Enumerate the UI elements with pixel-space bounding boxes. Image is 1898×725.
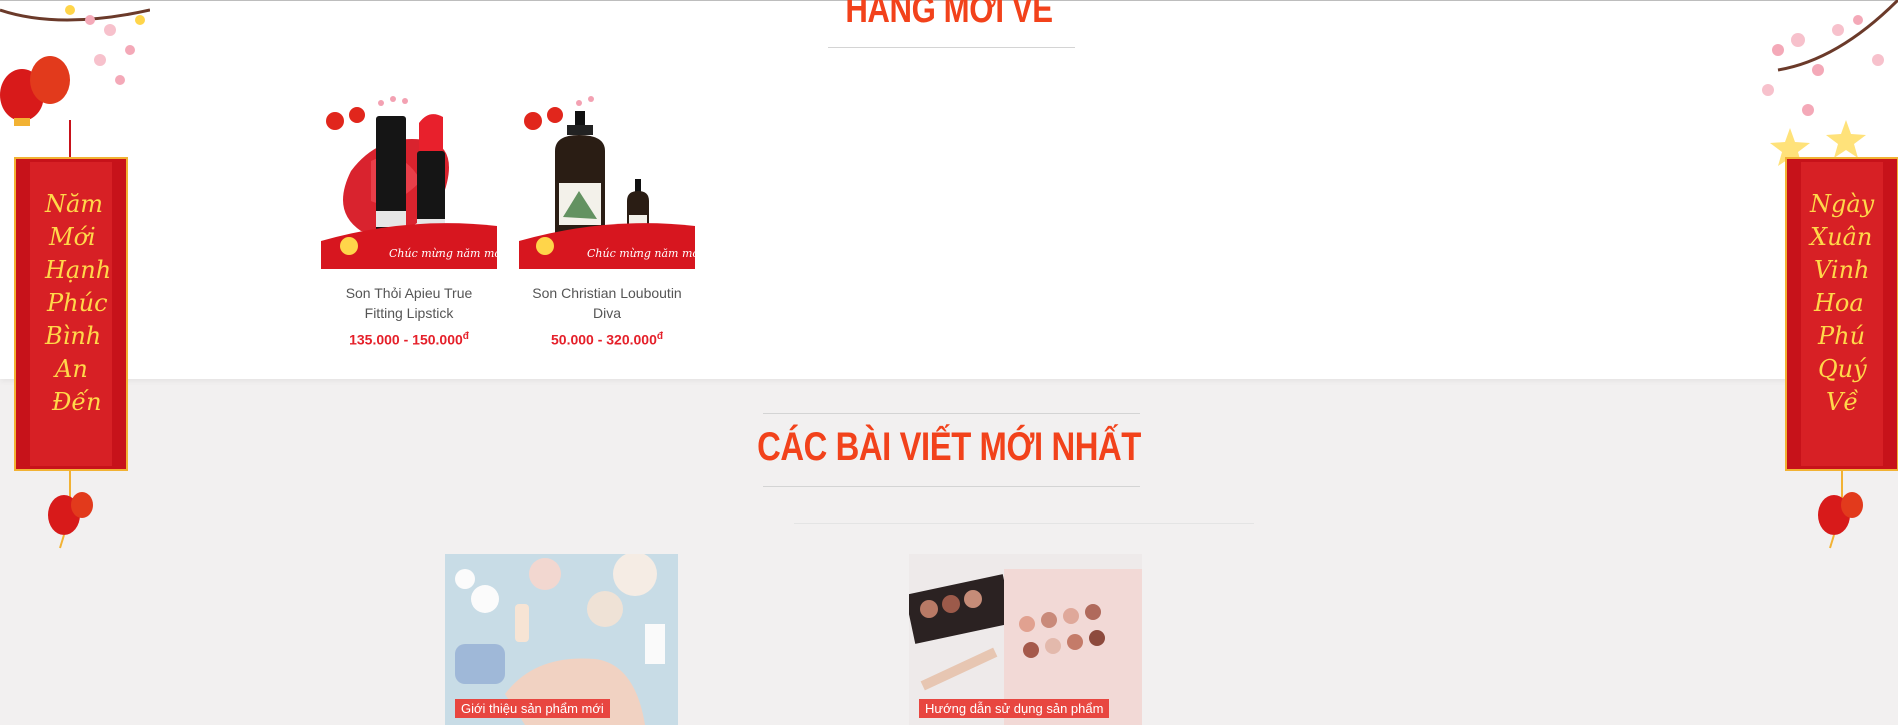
- svg-text:Hạnh: Hạnh: [44, 256, 111, 284]
- cherry-blossom-icon: [1762, 0, 1898, 116]
- post-card[interactable]: Giới thiệu sản phẩm mới: [445, 554, 678, 725]
- svg-text:Phúc: Phúc: [46, 289, 108, 317]
- svg-text:Phú: Phú: [1817, 322, 1865, 350]
- svg-text:Bình: Bình: [44, 322, 101, 350]
- title-bottom-rule: [763, 486, 1140, 487]
- latest-posts-title: CÁC BÀI VIẾT MỚI NHẤT: [757, 425, 1141, 469]
- lantern-icon: [0, 56, 70, 126]
- left-tet-banner: Năm Mới Hạnh Phúc Bình An Đến: [0, 0, 151, 560]
- section-divider: [794, 523, 1254, 524]
- product-card[interactable]: Chúc mừng năm mới Son Thỏi Apieu True Fi…: [321, 91, 497, 348]
- new-arrivals-title: HÀNG MỚI VỀ: [845, 0, 1053, 31]
- svg-text:Mới: Mới: [48, 223, 96, 251]
- product-image[interactable]: Chúc mừng năm mới: [321, 91, 497, 269]
- svg-text:Xuân: Xuân: [1808, 223, 1872, 251]
- title-underline: [828, 47, 1075, 48]
- lantern-icon: [48, 470, 93, 549]
- svg-text:Về: Về: [1826, 388, 1858, 416]
- new-arrivals-section: HÀNG MỚI VỀ Chúc mừng năm mới Son Thỏi A…: [0, 0, 1898, 379]
- svg-text:Ngày: Ngày: [1809, 190, 1875, 218]
- product-price: 50.000 - 320.000đ: [551, 331, 663, 348]
- product-image[interactable]: Chúc mừng năm mới: [519, 91, 695, 269]
- title-top-rule: [763, 413, 1140, 414]
- svg-text:Năm: Năm: [44, 190, 103, 218]
- product-name[interactable]: Son Thỏi Apieu True Fitting Lipstick: [321, 283, 497, 323]
- post-category-tag[interactable]: Giới thiệu sản phẩm mới: [455, 699, 610, 718]
- right-tet-banner: Ngày Xuân Vinh Hoa Phú Quý Về: [1748, 0, 1898, 560]
- svg-text:Đến: Đến: [51, 388, 102, 416]
- product-image-caption: Chúc mừng năm mới: [587, 247, 695, 260]
- product-card[interactable]: Chúc mừng năm mới Son Christian Loubouti…: [519, 91, 695, 348]
- post-card[interactable]: Hướng dẫn sử dụng sản phẩm: [909, 554, 1142, 725]
- svg-text:An: An: [53, 355, 88, 383]
- product-price: 135.000 - 150.000đ: [349, 331, 469, 348]
- product-name[interactable]: Son Christian Louboutin Diva: [519, 283, 695, 323]
- product-image-caption: Chúc mừng năm mới: [389, 247, 497, 260]
- svg-text:Vinh: Vinh: [1814, 256, 1870, 284]
- svg-text:Hoa: Hoa: [1813, 289, 1864, 317]
- svg-text:Quý: Quý: [1818, 355, 1867, 383]
- post-category-tag[interactable]: Hướng dẫn sử dụng sản phẩm: [919, 699, 1110, 718]
- lantern-icon: [1818, 470, 1863, 549]
